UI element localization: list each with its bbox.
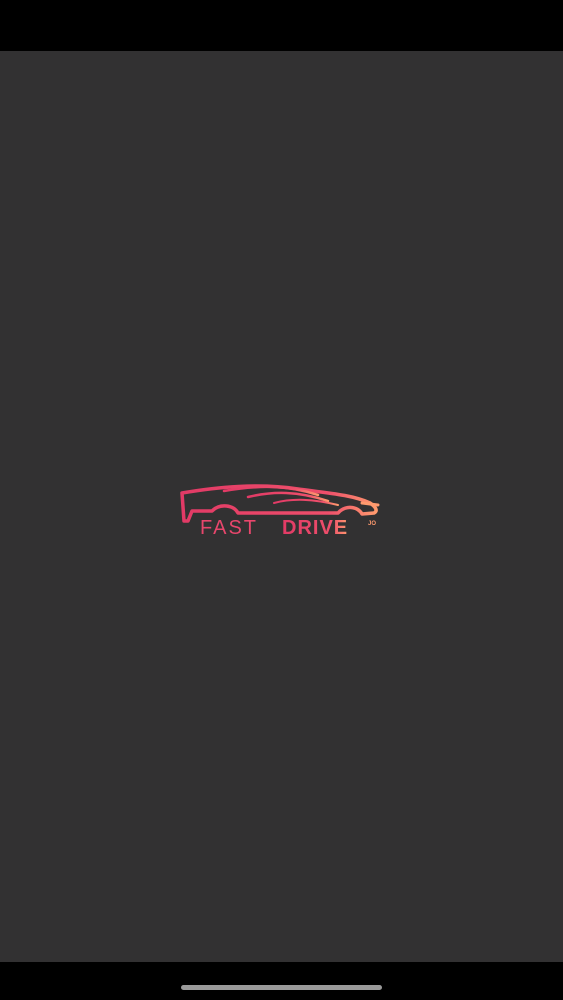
splash-background: FAST DRIVE JO [0,51,563,962]
logo-suffix: JO [368,521,376,527]
sports-car-icon: FAST DRIVE JO [180,484,380,539]
fastdrive-logo: FAST DRIVE JO [178,481,388,541]
logo-word-drive: DRIVE [282,517,348,539]
navigation-bar [0,962,563,1000]
splash-screen: FAST DRIVE JO [0,0,563,1000]
home-indicator[interactable] [181,985,382,990]
logo-word-fast: FAST [200,517,258,539]
status-bar [0,0,563,51]
